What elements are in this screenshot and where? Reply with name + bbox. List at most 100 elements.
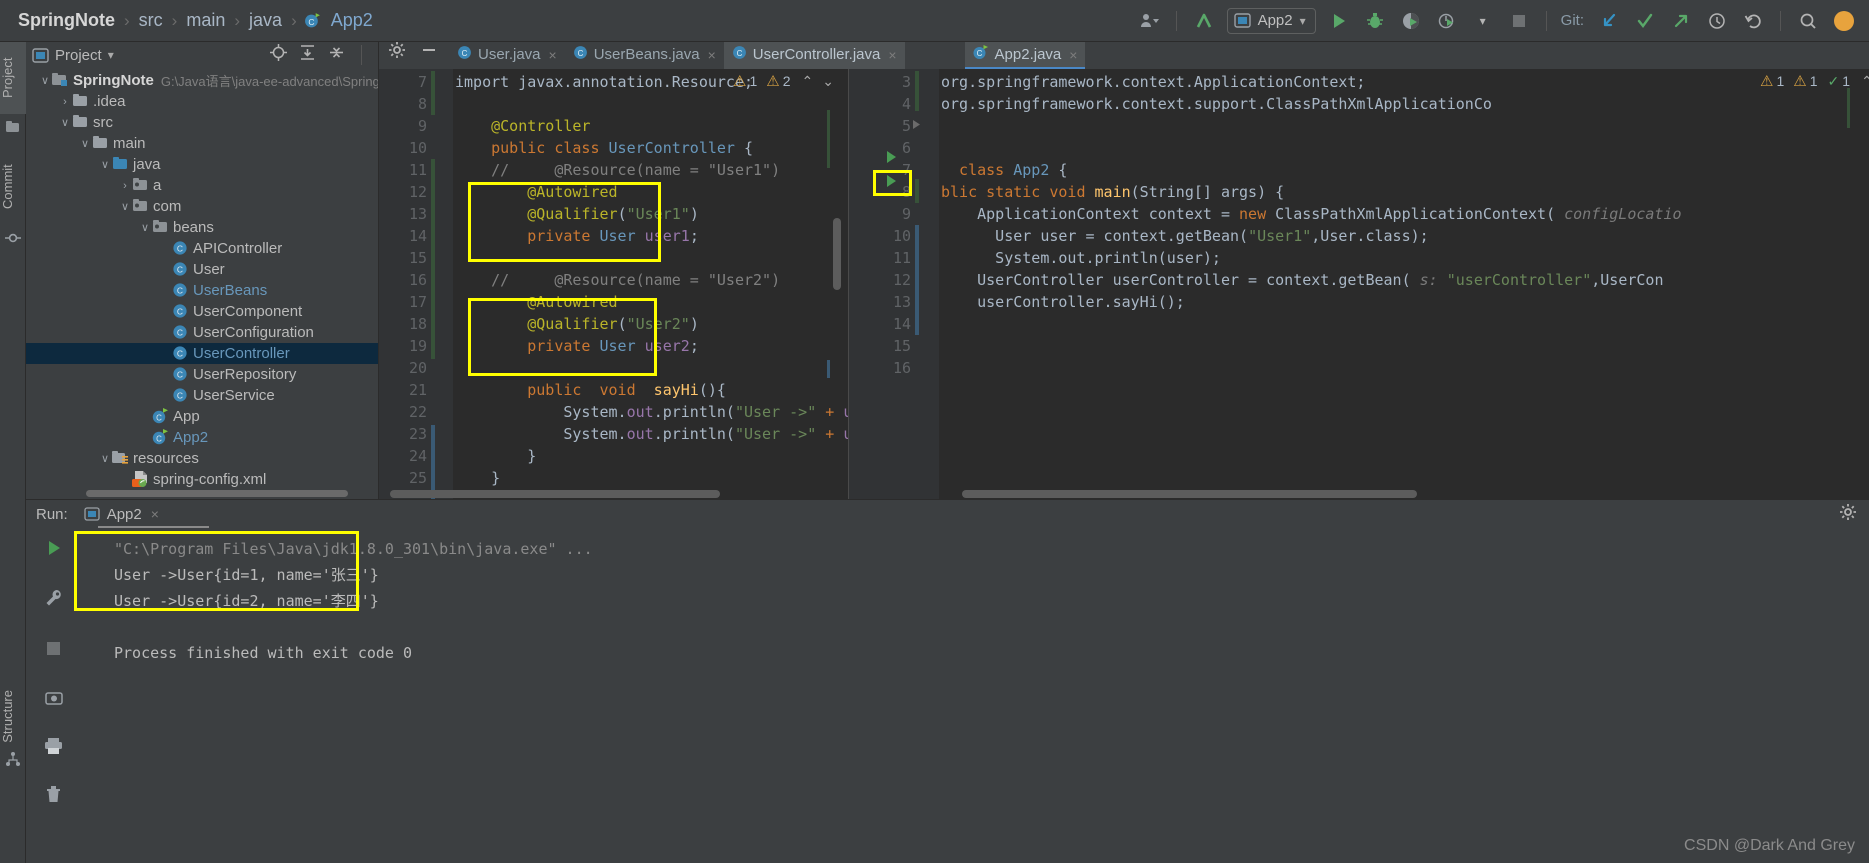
close-icon[interactable]: ×	[888, 47, 896, 63]
line-number[interactable]: 25	[379, 467, 435, 489]
tab-usercontroller-java[interactable]: C UserController.java ×	[723, 42, 905, 69]
locate-icon[interactable]	[270, 44, 287, 66]
line-number[interactable]: 14	[849, 313, 919, 335]
commit-node-icon[interactable]	[5, 230, 21, 246]
line-number[interactable]: 3	[849, 71, 919, 93]
tree-node-userrepository[interactable]: C UserRepository	[26, 364, 378, 385]
tree-node-java[interactable]: ∨ java	[26, 154, 378, 175]
git-push-icon[interactable]	[1668, 8, 1694, 34]
code-line[interactable]	[455, 93, 848, 115]
code-line[interactable]: System.out.println(user);	[941, 247, 1869, 269]
tree-node-app[interactable]: C App	[26, 406, 378, 427]
line-number[interactable]: 16	[379, 269, 435, 291]
build-settings-icon[interactable]	[40, 584, 68, 612]
breadcrumb-item-src[interactable]: src	[135, 10, 167, 31]
chevron-right-icon[interactable]: ›	[118, 180, 132, 192]
line-number[interactable]: 7	[379, 71, 435, 93]
code-line[interactable]: // @Resource(name = "User2")	[455, 269, 848, 291]
code-line[interactable]: @Controller	[455, 115, 848, 137]
breadcrumb-item-project[interactable]: SpringNote	[14, 10, 119, 31]
trash-icon[interactable]	[40, 780, 68, 808]
tree-node-main[interactable]: ∨ main	[26, 133, 378, 154]
chevron-down-icon[interactable]: ∨	[138, 221, 152, 234]
close-icon[interactable]: ×	[549, 47, 557, 63]
run-coverage-icon[interactable]	[1398, 8, 1424, 34]
code-line[interactable]: }	[455, 467, 848, 489]
editor-left-inspection-summary[interactable]: ⚠ 1 ⚠ 2 ⌃ ⌄	[733, 72, 834, 91]
search-everywhere-icon[interactable]	[1795, 8, 1821, 34]
chevron-down-icon[interactable]: ▾	[108, 48, 114, 62]
code-line[interactable]: }	[455, 445, 848, 467]
line-number[interactable]: 5	[849, 115, 919, 137]
stop-icon[interactable]	[1506, 8, 1532, 34]
chevron-right-icon[interactable]: ›	[58, 96, 72, 108]
editor-app2[interactable]: 3 4 5 6 7 8 9 10 11 12 13 14 15 16 org.springframewor…	[849, 69, 1869, 499]
tree-node-apicontroller[interactable]: C APIController	[26, 238, 378, 259]
editor-left-vscrollbar[interactable]	[833, 218, 841, 290]
collapse-all-icon[interactable]	[328, 44, 345, 66]
close-icon[interactable]: ×	[151, 506, 159, 522]
run-gutter-icon-class[interactable]	[884, 150, 898, 168]
sidebar-item-structure[interactable]: Structure	[0, 690, 26, 743]
next-problem-icon[interactable]: ⌄	[822, 73, 834, 90]
collapse-inspection-icon[interactable]: ⌃	[1861, 73, 1869, 90]
profiler-icon[interactable]	[1434, 8, 1460, 34]
line-number[interactable]: 15	[379, 247, 435, 269]
line-number[interactable]: 12	[849, 269, 919, 291]
line-number[interactable]: 22	[379, 401, 435, 423]
code-line[interactable]: blic static void main(String[] args) {	[941, 181, 1869, 203]
chevron-down-icon[interactable]: ∨	[58, 116, 72, 129]
code-line[interactable]: @Autowired	[455, 181, 848, 203]
line-number[interactable]: 23	[379, 423, 435, 445]
run-configuration-selector[interactable]: App2 ▾	[1226, 7, 1316, 34]
editor-right-inspection-summary[interactable]: ⚠ 1 ⚠ 1 ✓ 1 ⌃	[1760, 72, 1869, 91]
code-line[interactable]	[941, 137, 1869, 159]
tree-node-app2[interactable]: C App2	[26, 427, 378, 448]
editor-right-code[interactable]: org.springframework.context.ApplicationC…	[941, 69, 1869, 499]
run-tab-app2[interactable]: App2 ×	[78, 506, 165, 523]
chevron-down-icon[interactable]: ∨	[98, 452, 112, 465]
debug-icon[interactable]	[1362, 8, 1388, 34]
gear-icon[interactable]	[1839, 503, 1857, 525]
editor-right-fold-strip[interactable]	[919, 69, 939, 499]
tree-node-a[interactable]: › a	[26, 175, 378, 196]
editor-right-gutter[interactable]: 3 4 5 6 7 8 9 10 11 12 13 14 15 16	[849, 69, 919, 499]
line-number[interactable]: 10	[379, 137, 435, 159]
editor-right-hscrollbar[interactable]	[962, 490, 1417, 498]
print-icon[interactable]	[40, 732, 68, 760]
tree-node-usercontroller[interactable]: C UserController	[26, 343, 378, 364]
structure-icon[interactable]	[5, 751, 21, 767]
tab-user-java[interactable]: C User.java ×	[449, 42, 565, 69]
code-line[interactable]: System.out.println("User ->" + user2);	[455, 423, 848, 445]
tree-node--idea[interactable]: › .idea	[26, 91, 378, 112]
code-line[interactable]: @Qualifier("User2")	[455, 313, 848, 335]
tree-node-userconfiguration[interactable]: C UserConfiguration	[26, 322, 378, 343]
tree-node-spring-config-xml[interactable]: spring-config.xml	[26, 469, 378, 487]
line-number[interactable]: 16	[849, 357, 919, 379]
code-line[interactable]: org.springframework.context.support.Clas…	[941, 93, 1869, 115]
code-line[interactable]: org.springframework.context.ApplicationC…	[941, 71, 1869, 93]
settings-gear-icon[interactable]	[388, 41, 406, 64]
breadcrumb-item-java[interactable]: java	[245, 10, 286, 31]
tree-node-userservice[interactable]: C UserService	[26, 385, 378, 406]
fold-run-arrow-icon[interactable]	[911, 117, 922, 134]
tree-node-resources[interactable]: ∨ resources	[26, 448, 378, 469]
line-number[interactable]: 21	[379, 379, 435, 401]
line-number[interactable]: 9	[849, 203, 919, 225]
code-line[interactable]	[941, 313, 1869, 335]
breadcrumb-item-app2[interactable]: App2	[327, 10, 377, 31]
update-project-icon[interactable]	[1191, 8, 1217, 34]
project-tree-hscrollbar[interactable]	[86, 490, 348, 497]
prev-problem-icon[interactable]: ⌃	[802, 73, 814, 90]
git-commit-icon[interactable]	[1632, 8, 1658, 34]
code-line[interactable]: private User user2;	[455, 335, 848, 357]
project-tree[interactable]: ∨ SpringNote G:\Java语言\java-ee-advanced\Sp…	[26, 70, 378, 487]
line-number[interactable]: 20	[379, 357, 435, 379]
tree-node-user[interactable]: C User	[26, 259, 378, 280]
tree-node-springnote[interactable]: ∨ SpringNote G:\Java语言\java-ee-advanced\Sp…	[26, 70, 378, 91]
code-line[interactable]: public void sayHi(){	[455, 379, 848, 401]
line-number[interactable]: 8	[379, 93, 435, 115]
tree-node-src[interactable]: ∨ src	[26, 112, 378, 133]
code-line[interactable]: userController.sayHi();	[941, 291, 1869, 313]
line-number[interactable]: 18	[379, 313, 435, 335]
